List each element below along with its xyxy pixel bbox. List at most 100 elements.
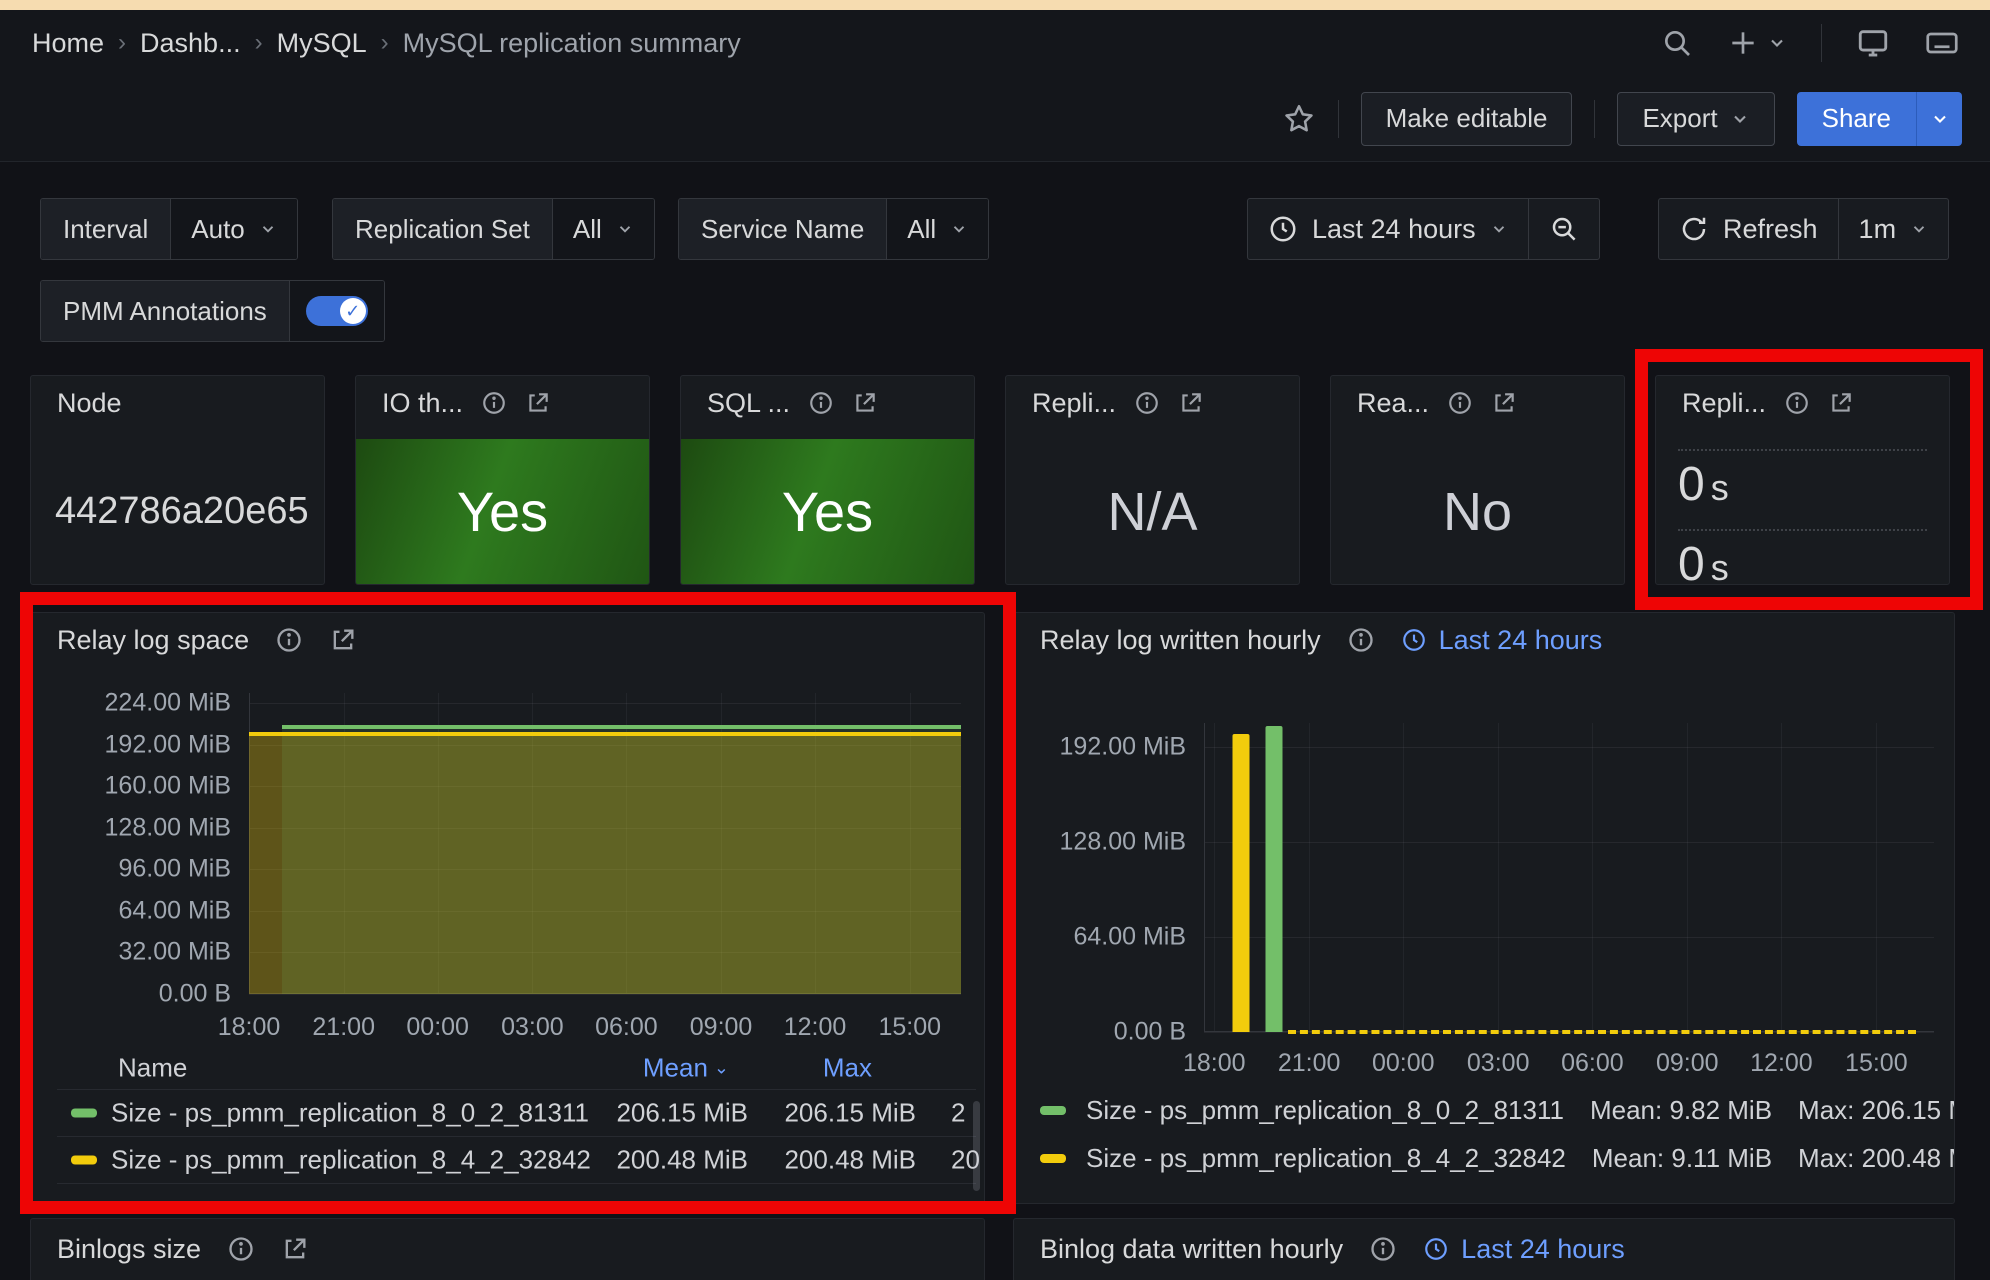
replication-set-label: Replication Set bbox=[333, 199, 552, 259]
series-area-fill bbox=[282, 727, 961, 994]
breadcrumb-dashboards[interactable]: Dashb... bbox=[140, 28, 241, 59]
x-axis-label: 00:00 bbox=[406, 1013, 469, 1042]
stat-value: 0s bbox=[1678, 537, 1927, 585]
replication-set-value-dropdown[interactable]: All bbox=[552, 199, 654, 259]
info-icon[interactable] bbox=[1784, 390, 1810, 416]
legend-header-name[interactable]: Name bbox=[118, 1053, 187, 1084]
binlogs-size-panel: Binlogs size bbox=[30, 1218, 985, 1280]
stat-value: No bbox=[1443, 481, 1512, 543]
lag-sparkline: 0s bbox=[1678, 529, 1927, 585]
info-icon[interactable] bbox=[1369, 1235, 1397, 1263]
chevron-down-icon bbox=[259, 220, 277, 238]
service-name-value-dropdown[interactable]: All bbox=[886, 199, 988, 259]
interval-picker: Interval Auto bbox=[40, 198, 298, 260]
external-link-icon[interactable] bbox=[525, 390, 551, 416]
legend-item[interactable]: Size - ps_pmm_replication_8_4_2_32842Mea… bbox=[1040, 1143, 1955, 1174]
panel-title: IO th... bbox=[382, 388, 463, 419]
replication-set-picker: Replication Set All bbox=[332, 198, 655, 260]
share-dropdown-button[interactable] bbox=[1916, 92, 1962, 146]
stat-value: Yes bbox=[457, 479, 548, 544]
table-row[interactable]: Size - ps_pmm_replication_8_0_2_81311206… bbox=[31, 1089, 984, 1136]
chevron-down-icon bbox=[616, 220, 634, 238]
external-link-icon[interactable] bbox=[1491, 390, 1517, 416]
panel-time-range-label: Last 24 hours bbox=[1439, 625, 1603, 656]
info-icon[interactable] bbox=[1447, 390, 1473, 416]
legend-header-max[interactable]: Max bbox=[823, 1053, 872, 1084]
y-axis-label: 32.00 MiB bbox=[118, 938, 231, 967]
legend-max-value: 206.15 MiB bbox=[784, 1097, 916, 1128]
info-icon[interactable] bbox=[227, 1235, 255, 1263]
legend-header-mean[interactable]: Mean⌄ bbox=[643, 1053, 729, 1084]
chevron-down-icon bbox=[1930, 109, 1950, 129]
legend-series-name: Size - ps_pmm_replication_8_4_2_32842 bbox=[1086, 1143, 1566, 1174]
y-axis-label: 128.00 MiB bbox=[105, 813, 231, 842]
toggle-check-icon: ✓ bbox=[340, 298, 366, 324]
gridline bbox=[1498, 723, 1499, 1032]
monitor-kiosk-icon[interactable] bbox=[1856, 26, 1890, 60]
chevron-down-icon bbox=[1490, 220, 1508, 238]
star-icon[interactable] bbox=[1282, 102, 1316, 136]
external-link-icon[interactable] bbox=[281, 1235, 309, 1263]
share-button[interactable]: Share bbox=[1797, 92, 1916, 146]
interval-value: Auto bbox=[191, 214, 245, 245]
chart-bar[interactable] bbox=[1266, 726, 1283, 1032]
refresh-button[interactable]: Refresh bbox=[1659, 199, 1838, 259]
time-range-picker[interactable]: Last 24 hours bbox=[1248, 199, 1528, 259]
share-button-group: Share bbox=[1797, 92, 1962, 146]
add-dropdown-icon[interactable] bbox=[1727, 27, 1787, 59]
table-row[interactable]: Size - ps_pmm_replication_8_4_2_32842200… bbox=[31, 1136, 984, 1183]
gridline bbox=[1687, 723, 1688, 1032]
external-link-icon[interactable] bbox=[329, 626, 357, 654]
zoom-out-button[interactable] bbox=[1529, 199, 1599, 259]
panel-title: SQL ... bbox=[707, 388, 790, 419]
info-icon[interactable] bbox=[481, 390, 507, 416]
info-icon[interactable] bbox=[1134, 390, 1160, 416]
refresh-group: Refresh 1m bbox=[1658, 198, 1949, 260]
interval-value-dropdown[interactable]: Auto bbox=[170, 199, 297, 259]
export-button[interactable]: Export bbox=[1617, 92, 1774, 146]
external-link-icon[interactable] bbox=[1178, 390, 1204, 416]
legend-mean-value: 200.48 MiB bbox=[616, 1144, 748, 1175]
info-icon[interactable] bbox=[1347, 626, 1375, 654]
breadcrumb: Home › Dashb... › MySQL › MySQL replicat… bbox=[32, 28, 741, 59]
nav-icons bbox=[1661, 24, 1960, 62]
interval-label: Interval bbox=[41, 199, 170, 259]
gridline bbox=[1592, 723, 1593, 1032]
legend-item[interactable]: Size - ps_pmm_replication_8_0_2_81311Mea… bbox=[1040, 1095, 1955, 1126]
external-link-icon[interactable] bbox=[852, 390, 878, 416]
x-axis-label: 12:00 bbox=[784, 1013, 847, 1042]
stat-panel-io-thread: IO th... Yes bbox=[355, 375, 650, 585]
replication-set-value: All bbox=[573, 214, 602, 245]
x-axis-label: 15:00 bbox=[878, 1013, 941, 1042]
search-icon[interactable] bbox=[1661, 27, 1693, 59]
external-link-icon[interactable] bbox=[1828, 390, 1854, 416]
table-divider bbox=[57, 1183, 976, 1184]
panel-time-range-link[interactable]: Last 24 hours bbox=[1423, 1234, 1625, 1265]
series-line bbox=[282, 725, 961, 729]
x-axis-label: 12:00 bbox=[1750, 1049, 1813, 1078]
pmm-annotations-toggle[interactable]: ✓ bbox=[306, 296, 368, 326]
dashboard-toolbar: Make editable Export Share bbox=[0, 76, 1990, 162]
info-icon[interactable] bbox=[275, 626, 303, 654]
breadcrumb-mysql[interactable]: MySQL bbox=[277, 28, 367, 59]
y-axis-label: 160.00 MiB bbox=[105, 772, 231, 801]
panel-time-range-link[interactable]: Last 24 hours bbox=[1401, 625, 1603, 656]
breadcrumb-home[interactable]: Home bbox=[32, 28, 104, 59]
legend-clipped-value: 2 bbox=[951, 1097, 965, 1128]
gridline bbox=[1204, 747, 1934, 748]
refresh-interval-dropdown[interactable]: 1m bbox=[1839, 199, 1949, 259]
relay-log-written-plot[interactable] bbox=[1204, 723, 1934, 1032]
panel-title: Rea... bbox=[1357, 388, 1429, 419]
gridline bbox=[1309, 723, 1310, 1032]
keyboard-icon[interactable] bbox=[1924, 25, 1960, 61]
panel-title: Relay log space bbox=[57, 625, 249, 656]
x-axis-label: 21:00 bbox=[1278, 1049, 1341, 1078]
make-editable-button[interactable]: Make editable bbox=[1361, 92, 1573, 146]
toolbar-divider bbox=[1594, 100, 1595, 138]
relay-log-space-plot[interactable] bbox=[249, 693, 961, 994]
legend-scrollbar[interactable] bbox=[973, 1101, 980, 1191]
chevron-right-icon: › bbox=[118, 29, 126, 57]
chart-bar[interactable] bbox=[1233, 734, 1250, 1032]
legend-max-value: Max: 206.15 MiB bbox=[1798, 1095, 1955, 1126]
info-icon[interactable] bbox=[808, 390, 834, 416]
